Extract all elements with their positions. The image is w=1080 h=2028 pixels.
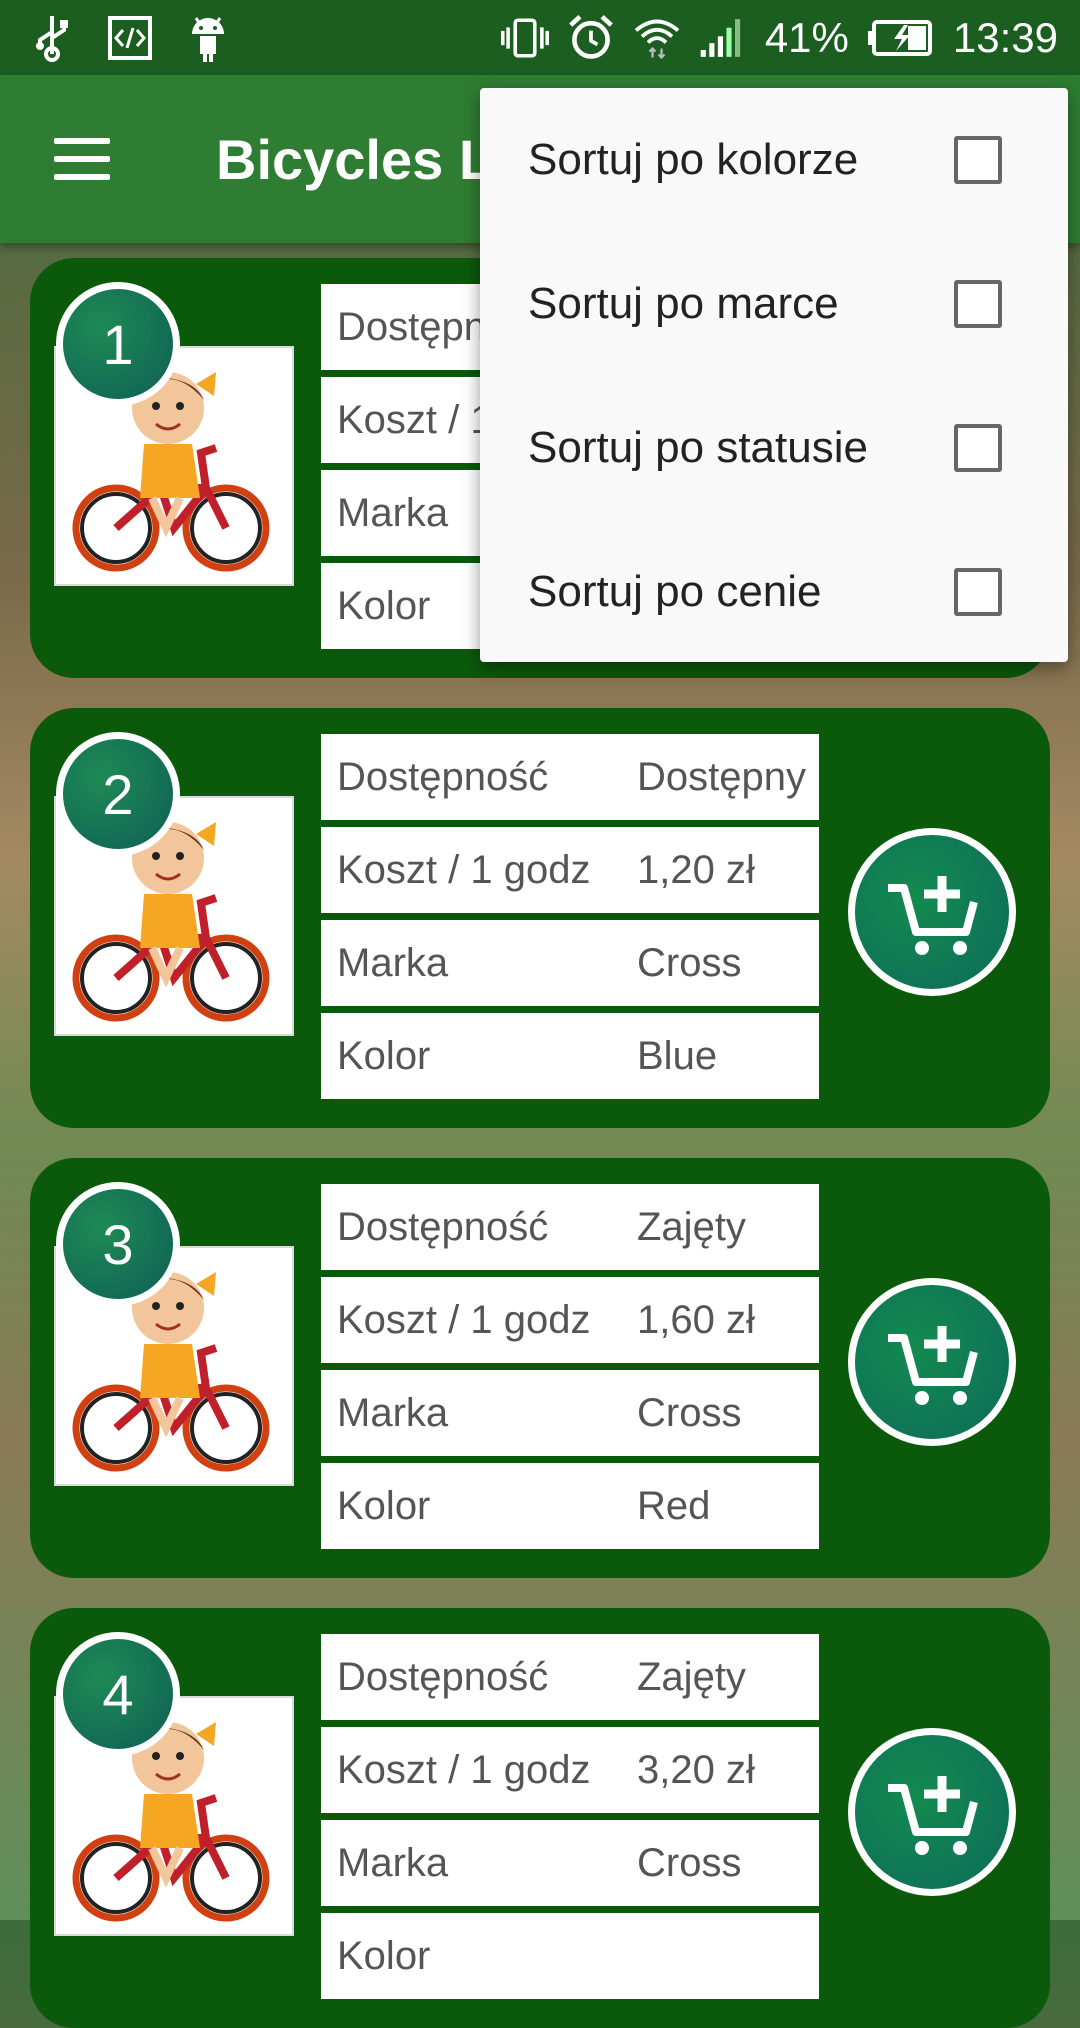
bike-card[interactable]: 4 Dostępność Zajęty Koszt / 1 godz 3,20 zł M… xyxy=(30,1608,1050,2028)
bike-info-table: Dostępność Zajęty Koszt / 1 godz 3,20 zł Mar… xyxy=(321,1634,819,2006)
sort-menu-item[interactable]: Sortuj po statusie xyxy=(480,376,1068,520)
sort-menu-item-label: Sortuj po marce xyxy=(528,279,839,328)
info-key: Marka xyxy=(337,940,449,985)
info-key: Koszt / 1 godz xyxy=(337,1297,591,1342)
sort-menu-item[interactable]: Sortuj po cenie xyxy=(480,520,1068,664)
sort-menu-item-label: Sortuj po statusie xyxy=(528,423,868,472)
info-value: Zajęty xyxy=(637,1204,746,1249)
clock: 13:39 xyxy=(952,14,1058,61)
bike-info-table: Dostępność Dostępny Koszt / 1 godz 1,20 zł M… xyxy=(321,734,819,1106)
bike-card[interactable]: 3 Dostępność Zajęty Koszt / 1 godz 1,60 zł M… xyxy=(30,1158,1050,1578)
info-row: Kolor Blue xyxy=(321,1013,819,1099)
info-value: Cross xyxy=(637,940,742,985)
android-icon xyxy=(184,14,232,62)
info-row: Koszt / 1 godz 3,20 zł xyxy=(321,1727,819,1813)
info-key: Kolor xyxy=(337,1033,431,1078)
sort-menu-item-label: Sortuj po kolorze xyxy=(528,135,859,184)
info-value: 1,20 zł xyxy=(637,847,755,892)
bike-number-badge: 2 xyxy=(56,732,180,856)
info-key: Kolor xyxy=(337,1933,431,1978)
add-to-cart-icon[interactable] xyxy=(848,1728,1016,1896)
info-row: Kolor xyxy=(321,1913,819,1999)
info-key: Dostępność xyxy=(337,1654,549,1699)
info-key: Kolor xyxy=(337,1483,431,1528)
battery-percent: 41% xyxy=(764,14,849,61)
info-key: Marka xyxy=(337,1840,449,1885)
bike-number-badge: 3 xyxy=(56,1182,180,1306)
sort-menu: Sortuj po kolorze Sortuj po marce Sortuj p… xyxy=(480,88,1068,662)
info-row: Dostępność Zajęty xyxy=(321,1634,819,1720)
vibrate-icon xyxy=(500,14,549,62)
info-row: Dostępność Dostępny xyxy=(321,734,819,820)
bike-card[interactable]: 2 Dostępność Dostępny Koszt / 1 godz 1,20 z… xyxy=(30,708,1050,1128)
bike-info-table: Dostępność Zajęty Koszt / 1 godz 1,60 zł Mar… xyxy=(321,1184,819,1556)
info-value: Zajęty xyxy=(637,1654,746,1699)
alarm-icon xyxy=(567,14,615,62)
sort-checkbox[interactable] xyxy=(954,280,1002,328)
info-key: Koszt / 1 godz xyxy=(337,847,591,892)
info-value: Cross xyxy=(637,1840,742,1885)
info-value: Red xyxy=(637,1483,711,1528)
info-row: Koszt / 1 godz 1,60 zł xyxy=(321,1277,819,1363)
info-value: Blue xyxy=(637,1033,718,1078)
info-key: Marka xyxy=(337,1390,449,1435)
info-key: Koszt / 1 godz xyxy=(337,1747,591,1792)
battery-charging-icon xyxy=(867,14,935,62)
bike-number-badge: 1 xyxy=(56,282,180,406)
info-row: Kolor Red xyxy=(321,1463,819,1549)
info-row: Marka Cross xyxy=(321,920,819,1006)
wifi-icon xyxy=(633,14,681,62)
sort-menu-item[interactable]: Sortuj po marce xyxy=(480,232,1068,376)
add-to-cart-icon[interactable] xyxy=(848,828,1016,996)
sort-menu-item[interactable]: Sortuj po kolorze xyxy=(480,88,1068,232)
info-row: Koszt / 1 godz 1,20 zł xyxy=(321,827,819,913)
sort-checkbox[interactable] xyxy=(954,136,1002,184)
info-value: Cross xyxy=(637,1390,742,1435)
bike-number-badge: 4 xyxy=(56,1632,180,1756)
sort-checkbox[interactable] xyxy=(954,424,1002,472)
info-value: 3,20 zł xyxy=(637,1747,755,1792)
sort-menu-item-label: Sortuj po cenie xyxy=(528,567,822,616)
signal-icon xyxy=(699,14,747,62)
sort-checkbox[interactable] xyxy=(954,568,1002,616)
info-key: Dostępność xyxy=(337,754,549,799)
add-to-cart-icon[interactable] xyxy=(848,1278,1016,1446)
info-row: Marka Cross xyxy=(321,1820,819,1906)
hamburger-icon[interactable] xyxy=(40,123,120,195)
status-bar: 41% 13:39 xyxy=(0,0,1080,75)
code-icon xyxy=(106,14,154,62)
page-title: Bicycles L xyxy=(216,128,494,191)
info-row: Dostępność Zajęty xyxy=(321,1184,819,1270)
info-value: 1,60 zł xyxy=(637,1297,755,1342)
info-value: Dostępny xyxy=(637,754,806,799)
info-row: Marka Cross xyxy=(321,1370,819,1456)
usb-icon xyxy=(28,14,76,62)
info-key: Dostępność xyxy=(337,1204,549,1249)
